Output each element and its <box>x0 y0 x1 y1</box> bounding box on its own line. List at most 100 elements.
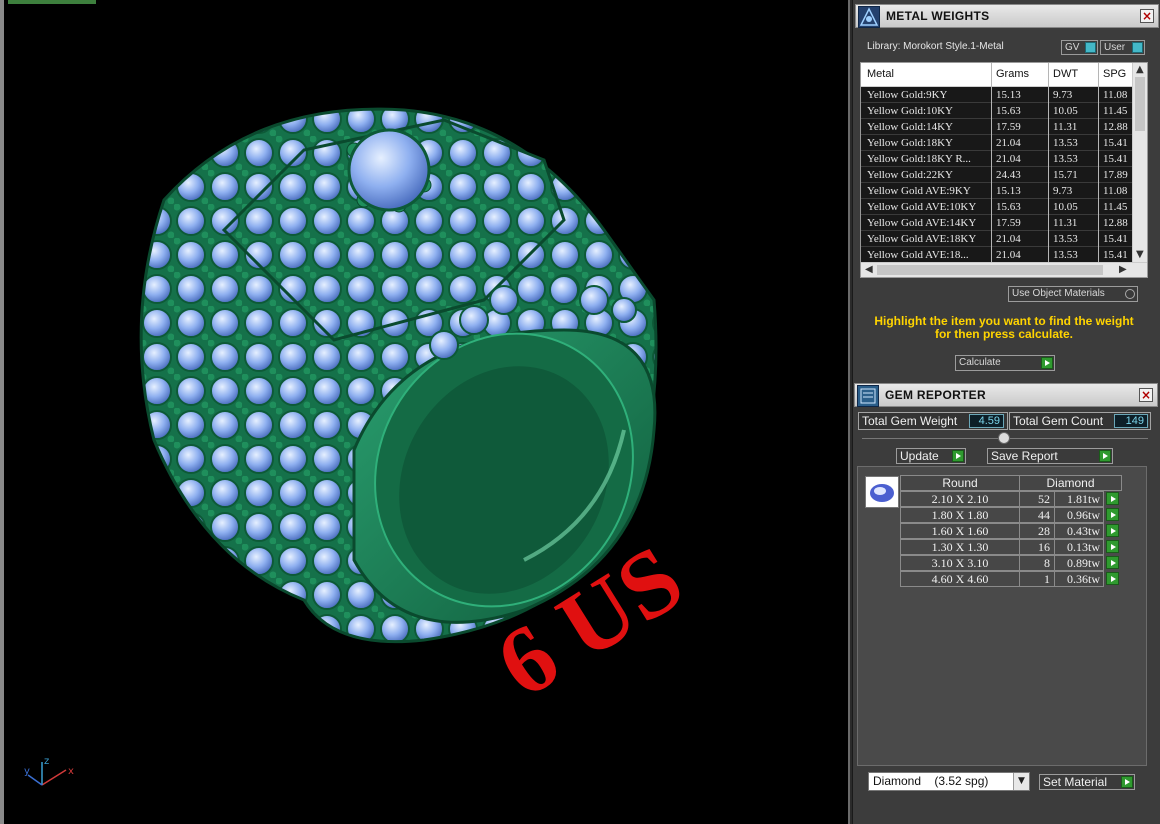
metal-table-row[interactable]: Yellow Gold:14KY 17.59 11.31 12.88 <box>861 119 1133 135</box>
gv-toggle[interactable]: GV <box>1061 40 1098 55</box>
gem-row[interactable]: 4.60 X 4.60 1 0.36tw <box>900 571 1122 587</box>
gem-row[interactable]: 1.80 X 1.80 44 0.96tw <box>900 507 1122 523</box>
set-material-button[interactable]: Set Material <box>1039 774 1135 790</box>
gem-weight-cell: 0.89tw <box>1054 555 1104 571</box>
metal-name-cell: Yellow Gold:10KY <box>867 105 953 117</box>
metal-table-row[interactable]: Yellow Gold:22KY 24.43 15.71 17.89 <box>861 167 1133 183</box>
round-diamond-icon[interactable] <box>865 476 899 508</box>
gem-count-cell: 16 <box>1019 539 1055 555</box>
col-dwt[interactable]: DWT <box>1053 68 1078 80</box>
splitter-handle[interactable] <box>998 432 1010 444</box>
play-arrow-icon[interactable] <box>1106 508 1119 521</box>
metal-name-cell: Yellow Gold AVE:18KY <box>867 233 977 245</box>
library-label: Library: Morokort Style.1-Metal <box>867 41 1004 52</box>
gem-size-cell: 2.10 X 2.10 <box>900 491 1020 507</box>
col-grams[interactable]: Grams <box>996 68 1029 80</box>
scroll-up-icon[interactable]: ▲ <box>1136 64 1144 75</box>
dwt-cell: 13.53 <box>1053 233 1078 245</box>
dwt-cell: 11.31 <box>1053 217 1078 229</box>
update-button[interactable]: Update <box>896 448 966 464</box>
user-label: User <box>1104 42 1126 53</box>
metal-name-cell: Yellow Gold:14KY <box>867 121 953 133</box>
play-arrow-icon[interactable] <box>1106 524 1119 537</box>
gem-size-cell: 3.10 X 3.10 <box>900 555 1020 571</box>
metal-name-cell: Yellow Gold:9KY <box>867 89 948 101</box>
metal-name-cell: Yellow Gold AVE:9KY <box>867 185 971 197</box>
spg-cell: 11.45 <box>1103 105 1128 117</box>
spg-cell: 15.41 <box>1103 153 1128 165</box>
dwt-cell: 11.31 <box>1053 121 1078 133</box>
play-arrow-icon[interactable] <box>1106 492 1119 505</box>
use-object-materials-toggle[interactable]: Use Object Materials <box>1008 286 1138 302</box>
metal-table-row[interactable]: Yellow Gold:10KY 15.63 10.05 11.45 <box>861 103 1133 119</box>
svg-text:x: x <box>68 766 74 777</box>
metal-name-cell: Yellow Gold:18KY R... <box>867 153 971 165</box>
total-gem-count-value: 149 <box>1114 414 1148 428</box>
col-metal[interactable]: Metal <box>867 68 894 80</box>
svg-text:y: y <box>24 766 30 777</box>
gem-count-cell: 52 <box>1019 491 1055 507</box>
gem-row[interactable]: 2.10 X 2.10 52 1.81tw <box>900 491 1122 507</box>
play-arrow-icon <box>1041 357 1053 369</box>
spg-cell: 12.88 <box>1103 121 1128 133</box>
save-report-button[interactable]: Save Report <box>987 448 1113 464</box>
set-material-label: Set Material <box>1043 775 1108 789</box>
gem-reporter-title: GEM REPORTER <box>885 388 986 402</box>
metal-name-cell: Yellow Gold AVE:18... <box>867 249 969 261</box>
gem-weight-cell: 1.81tw <box>1054 491 1104 507</box>
play-arrow-icon <box>952 450 964 462</box>
metal-table-row[interactable]: Yellow Gold:9KY 15.13 9.73 11.08 <box>861 87 1133 103</box>
gem-size-cell: 1.80 X 1.80 <box>900 507 1020 523</box>
scroll-right-icon[interactable]: ▶ <box>1119 264 1127 275</box>
metal-table-vscroll[interactable]: ▲ ▼ <box>1132 63 1147 263</box>
metal-name-cell: Yellow Gold AVE:10KY <box>867 201 977 213</box>
metal-table-row[interactable]: Yellow Gold:18KY 21.04 13.53 15.41 <box>861 135 1133 151</box>
metal-weights-title: METAL WEIGHTS <box>886 9 990 23</box>
close-icon[interactable]: × <box>1139 388 1153 402</box>
gem-row[interactable]: 1.60 X 1.60 28 0.43tw <box>900 523 1122 539</box>
metal-table-row[interactable]: Yellow Gold AVE:18KY 21.04 13.53 15.41 <box>861 231 1133 247</box>
spg-cell: 15.41 <box>1103 249 1128 261</box>
gem-reporter-header[interactable]: GEM REPORTER × <box>854 383 1158 407</box>
close-icon[interactable]: × <box>1140 9 1154 23</box>
total-gem-weight-value: 4.59 <box>969 414 1004 428</box>
scroll-down-icon[interactable]: ▼ <box>1136 249 1144 260</box>
dwt-cell: 10.05 <box>1053 105 1078 117</box>
dwt-cell: 10.05 <box>1053 201 1078 213</box>
spg-cell: 17.89 <box>1103 169 1128 181</box>
metal-weights-icon <box>858 6 880 28</box>
grams-cell: 17.59 <box>996 121 1021 133</box>
play-arrow-icon[interactable] <box>1106 572 1119 585</box>
3d-viewport[interactable]: 6 US x z y <box>0 0 850 824</box>
user-toggle[interactable]: User <box>1100 40 1145 55</box>
dwt-cell: 9.73 <box>1053 89 1073 101</box>
metal-table-hscroll[interactable]: ◀ ▶ <box>861 262 1147 277</box>
col-spg[interactable]: SPG <box>1103 68 1126 80</box>
metal-name-cell: Yellow Gold:18KY <box>867 137 953 149</box>
gem-row[interactable]: 1.30 X 1.30 16 0.13tw <box>900 539 1122 555</box>
calculate-label: Calculate <box>959 357 1001 368</box>
metal-table-row[interactable]: Yellow Gold AVE:9KY 15.13 9.73 11.08 <box>861 183 1133 199</box>
metal-table-row[interactable]: Yellow Gold AVE:18... 21.04 13.53 15.41 <box>861 247 1133 263</box>
metal-weights-header[interactable]: METAL WEIGHTS × <box>855 4 1159 28</box>
grams-cell: 21.04 <box>996 249 1021 261</box>
gem-count-cell: 1 <box>1019 571 1055 587</box>
scroll-left-icon[interactable]: ◀ <box>865 264 873 275</box>
gem-row[interactable]: 3.10 X 3.10 8 0.89tw <box>900 555 1122 571</box>
chevron-down-icon[interactable]: ▼ <box>1013 773 1029 790</box>
material-select[interactable]: Diamond (3.52 spg) ▼ <box>868 772 1030 791</box>
grams-cell: 21.04 <box>996 153 1021 165</box>
gem-material-header: Diamond <box>1019 475 1122 491</box>
gem-reporter-icon <box>857 385 879 407</box>
instruction-line-1: Highlight the item you want to find the … <box>874 314 1134 328</box>
spg-cell: 15.41 <box>1103 233 1128 245</box>
calculate-button[interactable]: Calculate <box>955 355 1055 371</box>
gem-weight-cell: 0.36tw <box>1054 571 1104 587</box>
play-arrow-icon[interactable] <box>1106 540 1119 553</box>
metal-table-row[interactable]: Yellow Gold:18KY R... 21.04 13.53 15.41 <box>861 151 1133 167</box>
metal-table-row[interactable]: Yellow Gold AVE:14KY 17.59 11.31 12.88 <box>861 215 1133 231</box>
play-arrow-icon[interactable] <box>1106 556 1119 569</box>
metal-weights-table[interactable]: Metal Grams DWT SPG Yellow Gold:9KY 15.13… <box>860 62 1148 278</box>
metal-table-row[interactable]: Yellow Gold AVE:10KY 15.63 10.05 11.45 <box>861 199 1133 215</box>
play-arrow-icon <box>1121 776 1133 788</box>
